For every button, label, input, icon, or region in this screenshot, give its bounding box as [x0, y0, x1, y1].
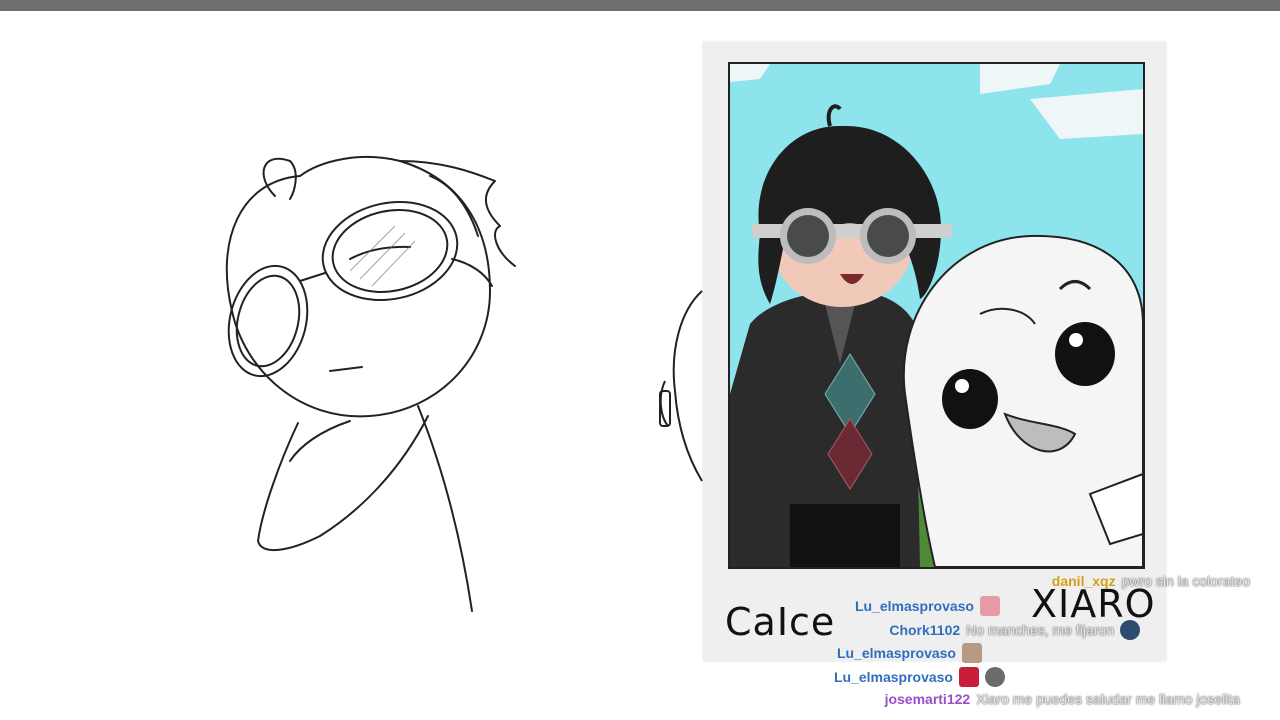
partial-sketch — [659, 290, 703, 482]
chat-message: Lu_elmasprovaso — [834, 667, 1005, 687]
chat-username[interactable]: Chork1102 — [889, 622, 960, 638]
caption-left-name: CaIce — [725, 600, 836, 644]
pencil-sketch-character — [225, 155, 516, 612]
chat-text: pwro sin la colorateo — [1121, 573, 1250, 589]
chat-username[interactable]: Lu_elmasprovaso — [837, 645, 956, 661]
chat-username[interactable]: danil_xqz — [1052, 573, 1116, 589]
top-bar — [0, 0, 1280, 11]
polaroid-image — [728, 62, 1145, 569]
chat-text: Xiaro me puedes saludar me llamo joselit… — [976, 691, 1240, 707]
red-emote-icon — [959, 667, 979, 687]
chat-username[interactable]: Lu_elmasprovaso — [834, 669, 953, 685]
chat-message: Lu_elmasprovaso — [837, 643, 982, 663]
chat-username[interactable]: josemarti122 — [885, 691, 971, 707]
face-emote-icon — [962, 643, 982, 663]
chat-text: No manches, me fijaron — [966, 622, 1114, 638]
polaroid-photo-card: CaIce XIARO — [703, 42, 1166, 661]
chat-username[interactable]: Lu_elmasprovaso — [855, 598, 974, 614]
chat-message: danil_xqz pwro sin la colorateo — [1052, 573, 1250, 589]
badge-emote-icon — [1120, 620, 1140, 640]
heart-emote-icon — [980, 596, 1000, 616]
chat-message: Chork1102 No manches, me fijaron — [889, 620, 1140, 640]
drawing-canvas: CaIce XIARO — [0, 11, 1280, 720]
creature-emote-icon — [985, 667, 1005, 687]
chat-message: Lu_elmasprovaso — [855, 596, 1000, 616]
chat-message: josemarti122 Xiaro me puedes saludar me … — [885, 691, 1240, 707]
chibi-illustration — [730, 64, 1143, 567]
